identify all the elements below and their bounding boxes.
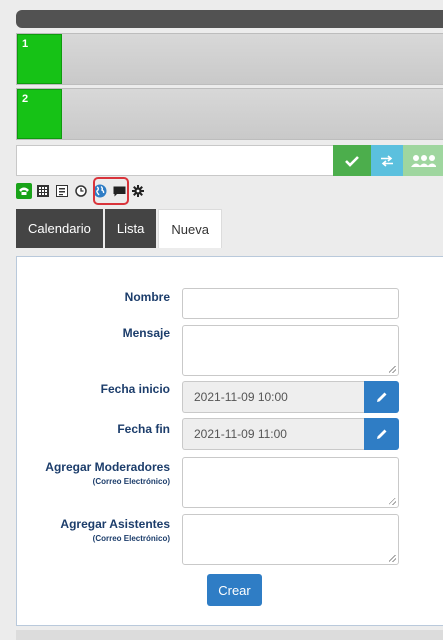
tab-nueva[interactable]: Nueva xyxy=(158,209,222,248)
transfer-icon xyxy=(381,154,393,167)
check-icon xyxy=(345,155,359,167)
transfer-button[interactable] xyxy=(371,145,403,176)
fecha-fin-picker: 2021-11-09 11:00 xyxy=(182,418,399,450)
asistentes-field[interactable] xyxy=(182,514,399,565)
clock-icon xyxy=(75,185,87,197)
tab-bar: Calendario Lista Nueva xyxy=(16,209,224,248)
mensaje-field[interactable] xyxy=(182,325,399,376)
fecha-fin-field[interactable]: 2021-11-09 11:00 xyxy=(182,418,364,450)
history-button[interactable] xyxy=(73,183,89,199)
tab-calendario[interactable]: Calendario xyxy=(16,209,103,248)
moderadores-label-text: Agregar Moderadores xyxy=(45,460,170,474)
line-2-row[interactable]: 2 xyxy=(16,88,443,140)
asistentes-label-text: Agregar Asistentes xyxy=(60,517,170,531)
settings-icon xyxy=(132,185,144,197)
resize-grip[interactable] xyxy=(389,555,396,562)
asistentes-sublabel: (Correo Electrónico) xyxy=(92,534,170,543)
settings-button[interactable] xyxy=(130,183,146,199)
nombre-label: Nombre xyxy=(124,290,170,304)
mensaje-label: Mensaje xyxy=(122,326,170,340)
nombre-field[interactable] xyxy=(182,288,399,319)
line-2-number: 2 xyxy=(22,93,29,105)
line-1-number: 1 xyxy=(22,38,29,50)
asistentes-label: Agregar Asistentes (Correo Electrónico) xyxy=(60,517,170,543)
fecha-fin-label: Fecha fin xyxy=(117,422,170,436)
phone-button[interactable] xyxy=(16,183,32,199)
line-2-tile[interactable]: 2 xyxy=(17,89,62,139)
contacts-button[interactable] xyxy=(54,183,70,199)
keypad-button[interactable] xyxy=(35,183,51,199)
pencil-icon xyxy=(376,429,386,439)
fecha-inicio-label: Fecha inicio xyxy=(100,382,170,396)
pencil-icon xyxy=(376,392,386,402)
fecha-fin-edit-button[interactable] xyxy=(364,418,399,450)
moderadores-label: Agregar Moderadores (Correo Electrónico) xyxy=(45,460,170,486)
resize-grip[interactable] xyxy=(389,366,396,373)
phone-icon xyxy=(19,187,29,195)
tab-lista[interactable]: Lista xyxy=(104,209,157,248)
conference-button[interactable] xyxy=(403,145,443,176)
selected-tool-highlight xyxy=(93,177,129,205)
crear-button[interactable]: Crear xyxy=(207,574,262,606)
fecha-inicio-picker: 2021-11-09 10:00 xyxy=(182,381,399,413)
dial-input[interactable] xyxy=(16,145,333,176)
moderadores-sublabel: (Correo Electrónico) xyxy=(92,477,170,486)
call-button[interactable] xyxy=(333,145,371,176)
fecha-inicio-field[interactable]: 2021-11-09 10:00 xyxy=(182,381,364,413)
contacts-icon xyxy=(56,185,68,197)
fecha-inicio-edit-button[interactable] xyxy=(364,381,399,413)
resize-grip[interactable] xyxy=(389,498,396,505)
keypad-icon xyxy=(37,185,49,197)
moderadores-field[interactable] xyxy=(182,457,399,508)
conference-icon xyxy=(411,154,436,167)
bottom-bar xyxy=(16,630,443,640)
line-1-tile[interactable]: 1 xyxy=(17,34,62,84)
top-bar xyxy=(16,10,443,28)
line-1-row[interactable]: 1 xyxy=(16,33,443,85)
